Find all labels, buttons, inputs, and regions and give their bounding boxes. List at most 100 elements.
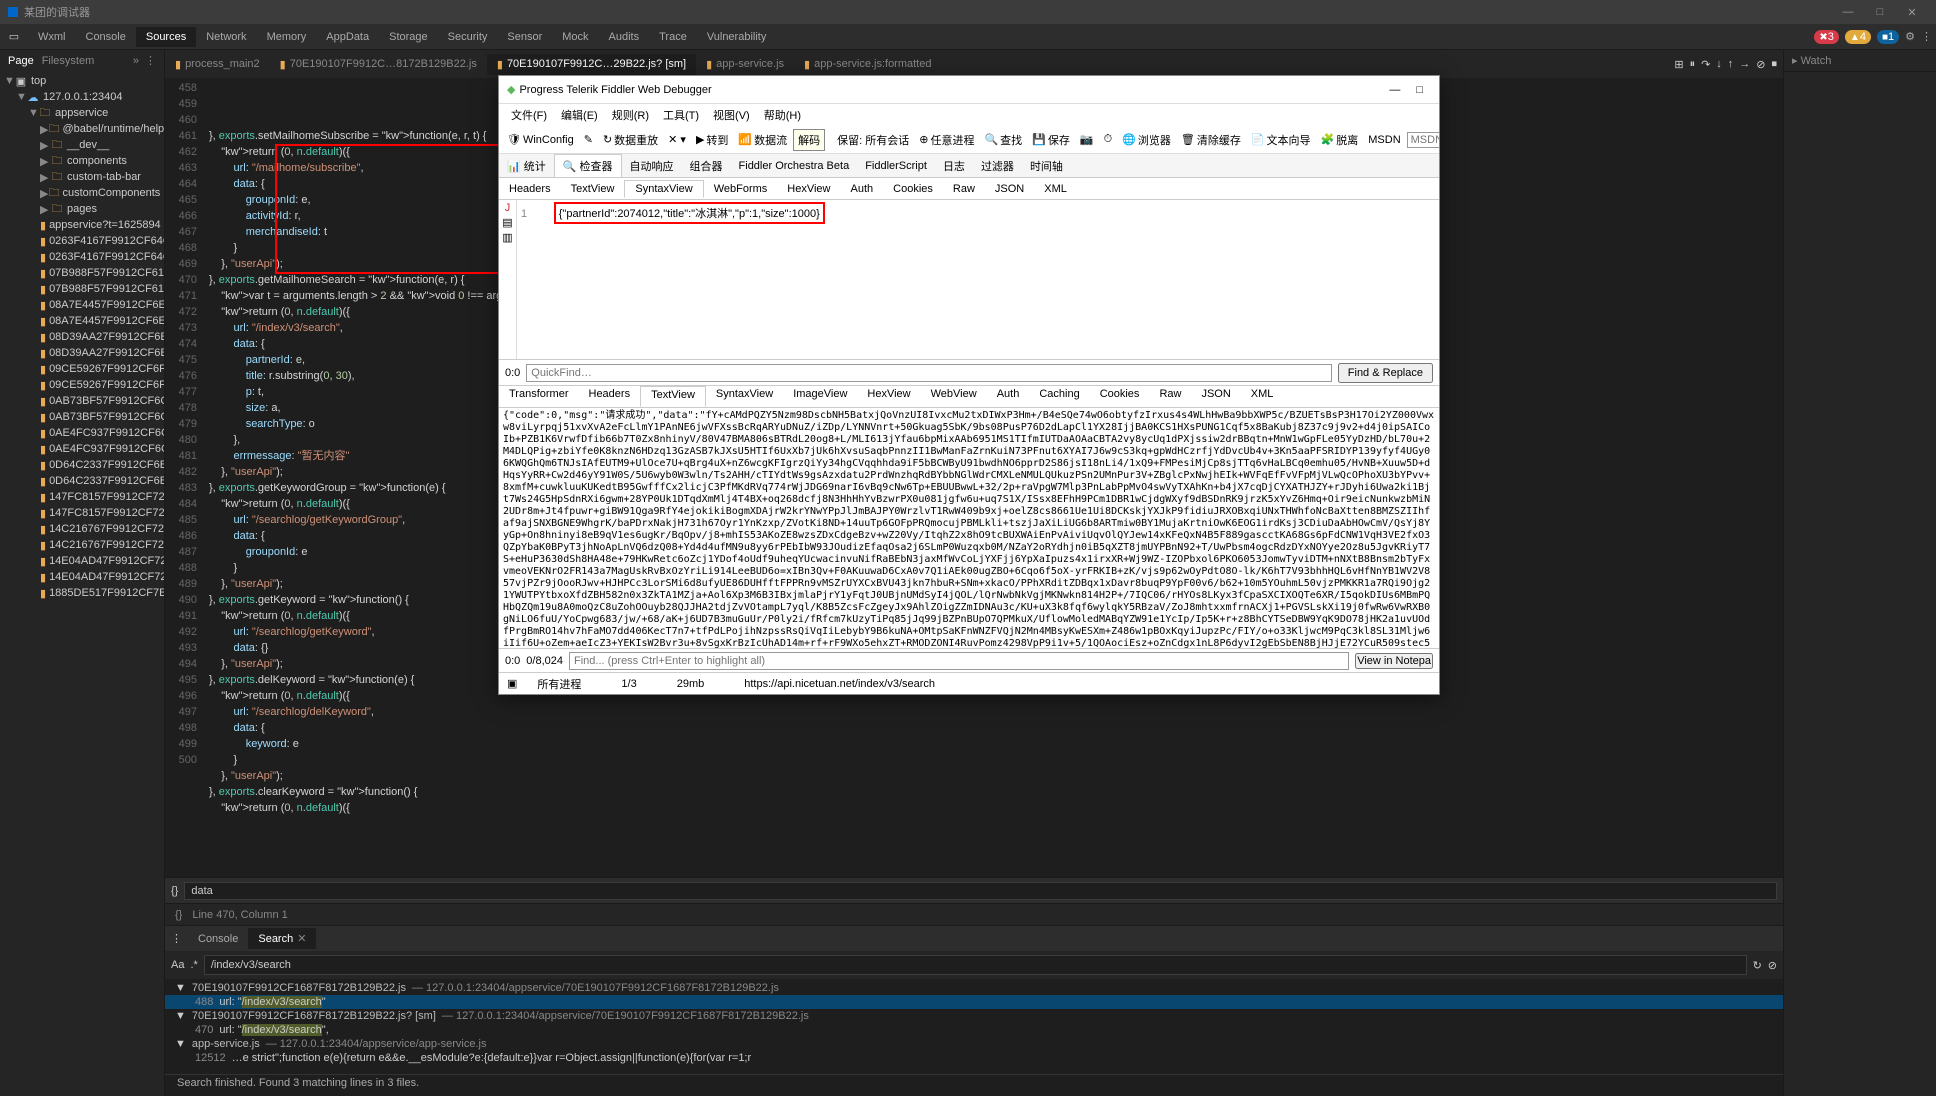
tree-node[interactable]: ▮0263F4167F9912CF64C (0, 249, 164, 265)
nav-tab-filesystem[interactable]: Filesystem (42, 55, 95, 67)
tree-node[interactable]: ▮0AE4FC937F9912CF6C (0, 441, 164, 457)
tree-node[interactable]: ▮0D64C2337F9912CF6B (0, 457, 164, 473)
regex-toggle[interactable]: .* (190, 959, 197, 971)
tree-node[interactable]: ▼☁127.0.0.1:23404 (0, 89, 164, 105)
menu-rules[interactable]: 规则(R) (606, 105, 655, 125)
remove-button[interactable]: ✕ ▾ (664, 131, 690, 148)
nav-tab-page[interactable]: Page (8, 55, 34, 67)
menu-file[interactable]: 文件(F) (505, 105, 553, 125)
tab-network[interactable]: Network (196, 27, 256, 47)
tree-node[interactable]: ▮08D39AA27F9912CF6E (0, 345, 164, 361)
watch-header[interactable]: ▸ Watch (1784, 50, 1936, 72)
response-tab[interactable]: XML (1241, 386, 1284, 407)
decode-button[interactable]: 解码 (793, 129, 825, 151)
response-tab[interactable]: Headers (579, 386, 641, 407)
tab-memory[interactable]: Memory (257, 27, 317, 47)
search-result-row[interactable]: 12512 …e strict";function e(e){return e&… (165, 1051, 1783, 1065)
tree-node[interactable]: ▮07B988F57F9912CF61E (0, 265, 164, 281)
fiddler-tab[interactable]: 日志 (935, 155, 973, 177)
tree-node[interactable]: ▶🗀@babel/runtime/helpe (0, 121, 164, 137)
stream-button[interactable]: 📶数据流 (734, 130, 791, 150)
minimize-button[interactable]: — (1832, 6, 1864, 18)
tab-sources[interactable]: Sources (136, 27, 196, 47)
request-tab[interactable]: Auth (841, 181, 884, 197)
fiddler-tab[interactable]: 自动响应 (622, 155, 682, 177)
drawer-menu-icon[interactable]: ⋮ (165, 932, 188, 945)
deactivate-bp-icon[interactable]: ⊘ (1756, 58, 1765, 71)
search-result-row[interactable]: ▼70E190107F9912CF1687F8172B129B22.js — 1… (165, 981, 1783, 995)
tearoff-button[interactable]: 🧩脱离 (1317, 130, 1363, 150)
format-icon[interactable]: ⊞ (1674, 58, 1683, 71)
tab-vulnerability[interactable]: Vulnerability (697, 27, 777, 47)
step-into-icon[interactable]: ↓ (1716, 58, 1722, 71)
tree-node[interactable]: ▶🗀pages (0, 201, 164, 217)
response-tab[interactable]: TextView (640, 386, 706, 407)
response-tab[interactable]: JSON (1191, 386, 1240, 407)
pretty-print-icon-2[interactable]: {} (175, 909, 182, 921)
tab-console[interactable]: Console (76, 27, 136, 47)
fiddler-tab[interactable]: 组合器 (682, 155, 731, 177)
tree-node[interactable]: ▶🗀components (0, 153, 164, 169)
tree-node[interactable]: ▼🗀appservice (0, 105, 164, 121)
fiddler-title-bar[interactable]: ◆ Progress Telerik Fiddler Web Debugger … (499, 76, 1439, 104)
tree-node[interactable]: ▼▣top (0, 73, 164, 89)
tree-node[interactable]: ▮0263F4167F9912CF64C (0, 233, 164, 249)
tree-node[interactable]: ▮0D64C2337F9912CF6B (0, 473, 164, 489)
search-results[interactable]: ▼70E190107F9912CF1687F8172B129B22.js — 1… (165, 979, 1783, 1074)
any-process[interactable]: ⊕任意进程 (915, 130, 978, 150)
capture-icon[interactable]: ▣ (507, 677, 517, 690)
request-tab[interactable]: Raw (943, 181, 985, 197)
tree-node[interactable]: ▮147FC8157F9912CF72 (0, 489, 164, 505)
fiddler-tab[interactable]: 过滤器 (973, 155, 1022, 177)
keep-sessions[interactable]: 保留: 所有会话 (833, 130, 913, 150)
fiddler-tab[interactable]: FiddlerScript (857, 157, 935, 175)
tab-audits[interactable]: Audits (599, 27, 650, 47)
response-tab[interactable]: WebView (921, 386, 987, 407)
case-toggle[interactable]: Aa (171, 959, 184, 971)
tree-node[interactable]: ▮1885DE517F9912CF7EE (0, 585, 164, 601)
request-tab[interactable]: SyntaxView (624, 180, 703, 198)
editor-tab[interactable]: ▮70E190107F9912C…29B22.js? [sm] (487, 54, 696, 75)
search-result-row[interactable]: 488 url: "/index/v3/search" (165, 995, 1783, 1009)
tree-node[interactable]: ▮appservice?t=1625894 (0, 217, 164, 233)
pause-exception-icon[interactable]: ⏹ (1772, 58, 1778, 71)
tree-node[interactable]: ▶🗀__dev__ (0, 137, 164, 153)
tab-sensor[interactable]: Sensor (497, 27, 552, 47)
response-tab[interactable]: Transformer (499, 386, 579, 407)
settings-icon[interactable]: ⚙ (1905, 30, 1915, 43)
menu-help[interactable]: 帮助(H) (758, 105, 807, 125)
fiddler-tab[interactable]: Fiddler Orchestra Beta (731, 157, 858, 175)
search-result-row[interactable]: 470 url: "/index/v3/search", (165, 1023, 1783, 1037)
fiddler-window[interactable]: ◆ Progress Telerik Fiddler Web Debugger … (498, 75, 1440, 695)
tree-node[interactable]: ▮147FC8157F9912CF72 (0, 505, 164, 521)
comment-button[interactable]: ✎ (580, 131, 597, 148)
find-button[interactable]: 🔍查找 (980, 130, 1026, 150)
editor-tab[interactable]: ▮app-service.js:formatted (794, 54, 941, 75)
global-search-input[interactable] (204, 955, 1747, 975)
winconfig-button[interactable]: 🛡WinConfig (503, 131, 578, 148)
step-icon[interactable]: → (1739, 58, 1750, 71)
json-icon[interactable]: J (505, 202, 511, 214)
fiddler-minimize[interactable]: — (1381, 84, 1408, 96)
textwizard-button[interactable]: 📄文本向导 (1247, 130, 1315, 150)
nav-menu-icon[interactable]: ⋮ (145, 54, 156, 67)
response-find-input[interactable] (569, 652, 1349, 670)
pause-script-icon[interactable]: ⏸ (1690, 58, 1696, 71)
nav-more-icon[interactable]: » (133, 55, 139, 67)
browser-button[interactable]: 🌐浏览器 (1118, 130, 1175, 150)
quickfind-input[interactable] (526, 364, 1331, 382)
response-tab[interactable]: Auth (987, 386, 1030, 407)
warning-badge[interactable]: ▲4 (1845, 30, 1871, 44)
tree-node[interactable]: ▮08D39AA27F9912CF6E (0, 329, 164, 345)
tree-node[interactable]: ▶🗀custom-tab-bar (0, 169, 164, 185)
pretty-print-icon[interactable]: {} (171, 885, 178, 897)
tab-appdata[interactable]: AppData (316, 27, 379, 47)
info-badge[interactable]: ■1 (1877, 30, 1899, 44)
tab-wxml[interactable]: Wxml (28, 27, 76, 47)
msdn-search[interactable] (1407, 132, 1439, 148)
response-tab[interactable]: Cookies (1090, 386, 1150, 407)
select-element-icon[interactable]: ▭ (4, 27, 24, 47)
tab-trace[interactable]: Trace (649, 27, 697, 47)
tree-node[interactable]: ▮0AB73BF57F9912CF6C (0, 393, 164, 409)
line-gutter[interactable]: 4584594604614624634644654664674684694704… (165, 78, 205, 877)
